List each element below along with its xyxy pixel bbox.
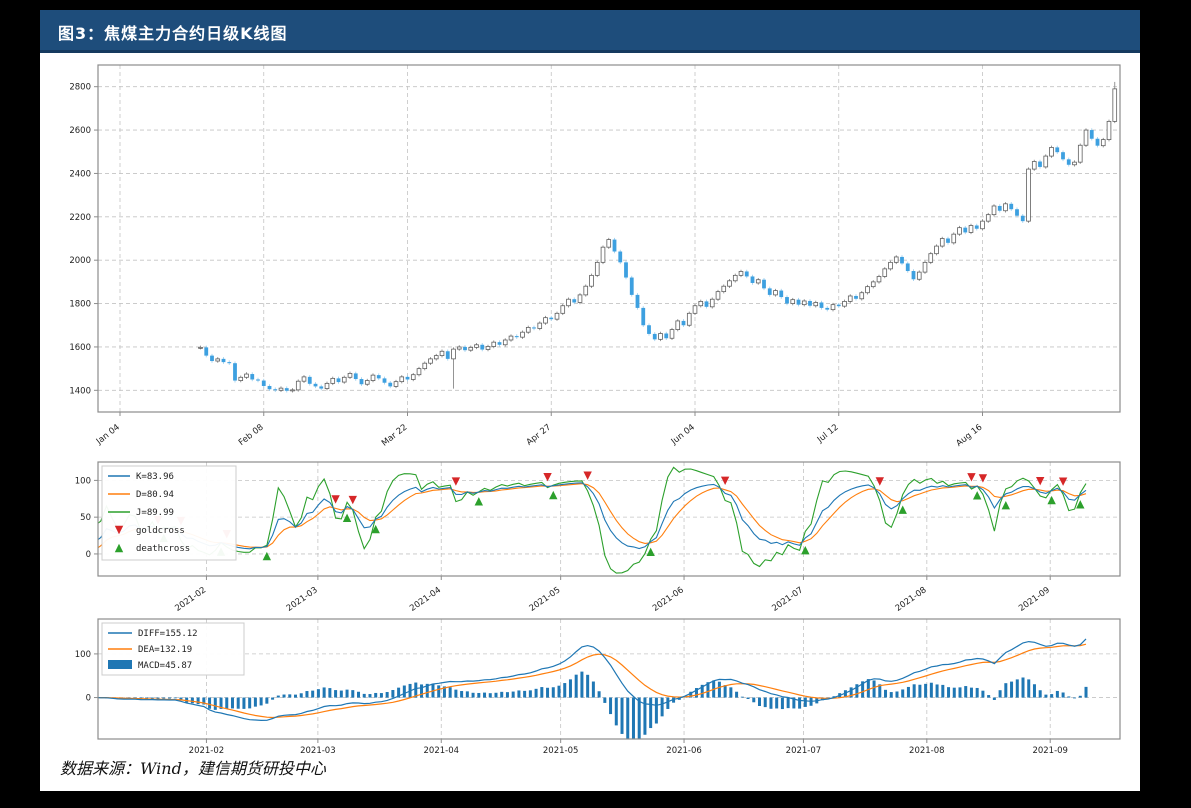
svg-text:2021-09: 2021-09 <box>1032 746 1068 753</box>
macd-legend: DIFF=155.12 DEA=132.19 MACD=45.87 <box>102 623 244 675</box>
svg-text:Jan 04: Jan 04 <box>94 422 122 447</box>
svg-text:2021-09: 2021-09 <box>1017 585 1052 614</box>
svg-text:K=83.96: K=83.96 <box>136 472 174 482</box>
svg-text:2021-02: 2021-02 <box>173 585 208 614</box>
svg-text:2021-07: 2021-07 <box>786 746 822 753</box>
svg-text:2021-03: 2021-03 <box>300 746 336 753</box>
candles-group <box>199 82 1117 393</box>
svg-text:100: 100 <box>75 476 91 486</box>
macd-histogram <box>105 672 1088 740</box>
svg-text:DEA=132.19: DEA=132.19 <box>138 645 192 655</box>
svg-text:2021-04: 2021-04 <box>408 585 443 614</box>
kdj-legend: K=83.96 D=80.94 J=89.99 goldcross deathcross <box>102 466 236 560</box>
svg-text:1800: 1800 <box>69 300 91 310</box>
svg-text:2200: 2200 <box>69 213 91 223</box>
svg-text:2800: 2800 <box>69 83 91 93</box>
svg-text:50: 50 <box>80 513 91 523</box>
figure-card: 图3：焦煤主力合约日级K线图 1400 1600 1800 2000 2200 2400 2… <box>40 10 1140 791</box>
svg-text:Jul 12: Jul 12 <box>815 422 841 445</box>
svg-text:1600: 1600 <box>69 343 91 353</box>
svg-text:deathcross: deathcross <box>136 544 190 554</box>
svg-text:1400: 1400 <box>69 386 91 396</box>
svg-text:Jun 04: Jun 04 <box>669 422 697 447</box>
svg-text:2021-08: 2021-08 <box>909 746 945 753</box>
svg-text:2021-02: 2021-02 <box>189 746 225 753</box>
macd-panel: 0 100 2021-02 2021-03 2021-04 2021-05 2021-06 2… <box>75 619 1120 753</box>
svg-text:2600: 2600 <box>69 126 91 136</box>
svg-text:2021-04: 2021-04 <box>424 746 460 753</box>
svg-text:0: 0 <box>86 694 91 704</box>
candlestick-panel: 1400 1600 1800 2000 2200 2400 2600 2800 Jan 04 Fe… <box>69 65 1120 449</box>
kline-figure: 1400 1600 1800 2000 2200 2400 2600 2800 Jan 04 Fe… <box>40 53 1140 753</box>
figure-title: 图3：焦煤主力合约日级K线图 <box>40 10 288 44</box>
svg-text:100: 100 <box>75 650 91 660</box>
svg-text:2021-03: 2021-03 <box>285 585 320 614</box>
svg-text:2021-05: 2021-05 <box>543 746 579 753</box>
svg-text:MACD=45.87: MACD=45.87 <box>138 661 192 671</box>
kdj-panel: 0 50 100 2021-02 2021-03 2021-04 2021-05 2021-0… <box>75 462 1120 614</box>
figure-title-bar: 图3：焦煤主力合约日级K线图 <box>40 10 1140 53</box>
svg-text:2021-08: 2021-08 <box>894 585 929 614</box>
svg-text:goldcross: goldcross <box>136 526 185 536</box>
svg-text:2400: 2400 <box>69 169 91 179</box>
svg-text:Mar 22: Mar 22 <box>380 422 409 448</box>
svg-text:2021-06: 2021-06 <box>666 746 702 753</box>
svg-text:DIFF=155.12: DIFF=155.12 <box>138 629 198 639</box>
kdj-lines <box>95 467 1086 573</box>
data-source-note: 数据来源：Wind，建信期货研投中心 <box>60 755 326 779</box>
svg-text:2021-06: 2021-06 <box>651 585 686 614</box>
svg-text:D=80.94: D=80.94 <box>136 490 174 500</box>
svg-text:2021-07: 2021-07 <box>770 585 805 614</box>
svg-text:J=89.99: J=89.99 <box>136 508 174 518</box>
svg-text:2021-05: 2021-05 <box>528 585 563 614</box>
svg-text:Feb 08: Feb 08 <box>237 422 266 447</box>
cross-markers <box>154 472 1085 561</box>
svg-text:2000: 2000 <box>69 256 91 266</box>
svg-text:0: 0 <box>86 550 91 560</box>
svg-text:Apr 27: Apr 27 <box>525 422 553 447</box>
svg-text:Aug 16: Aug 16 <box>954 422 984 448</box>
report-page: { "header": { "title": "图3：焦煤主力合约日级K线图" … <box>0 0 1191 808</box>
